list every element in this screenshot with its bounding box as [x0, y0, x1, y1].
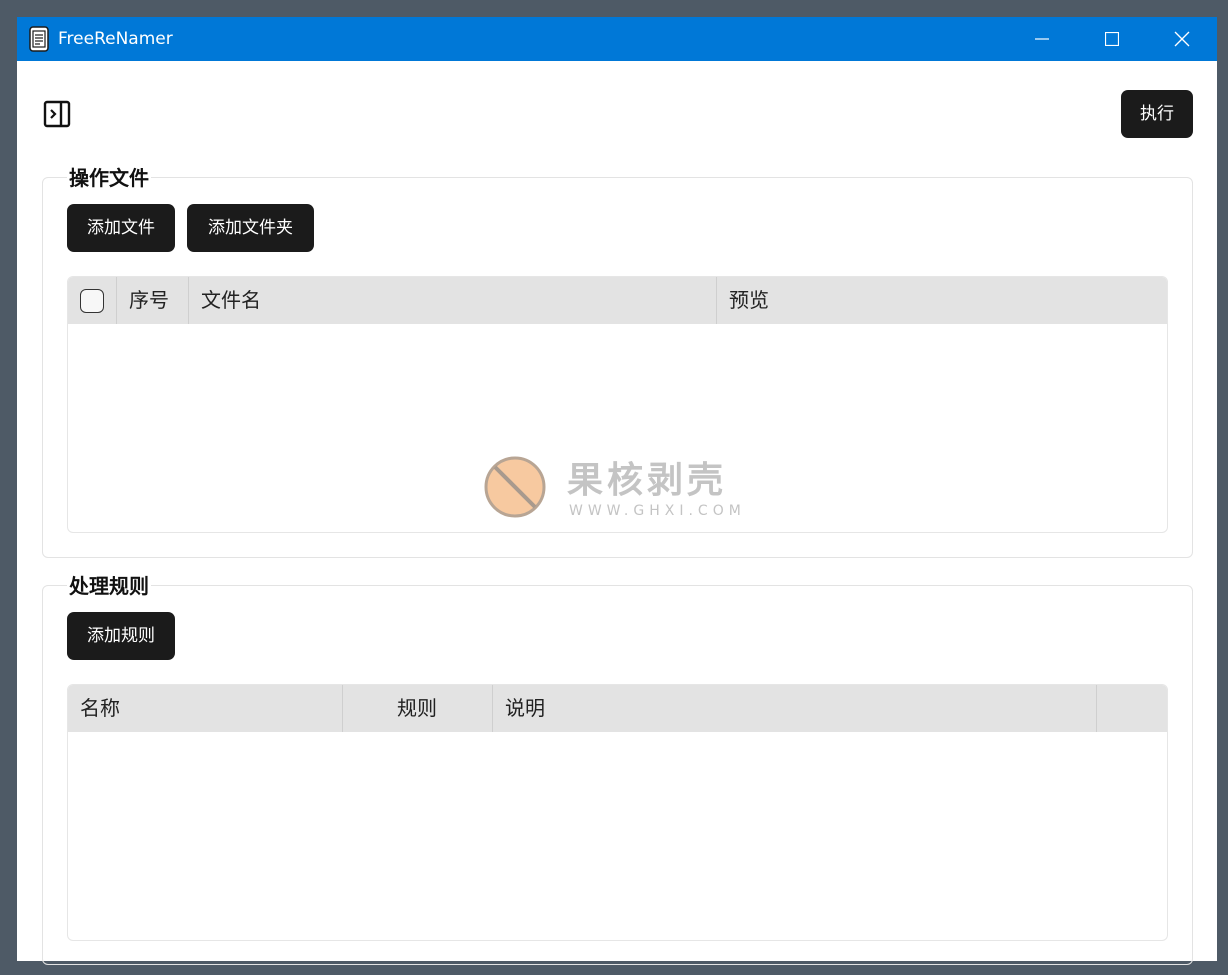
- run-button[interactable]: 执行: [1121, 90, 1193, 138]
- window-title: FreeReNamer: [58, 29, 173, 49]
- sidebar-toggle-icon[interactable]: [43, 100, 71, 128]
- close-icon: [1174, 31, 1190, 47]
- add-rule-button[interactable]: 添加规则: [67, 612, 175, 660]
- select-all-cell: [68, 277, 117, 324]
- watermark-logo-icon: [484, 456, 546, 518]
- add-folder-button[interactable]: 添加文件夹: [187, 204, 314, 252]
- column-header-preview[interactable]: 预览: [717, 277, 1167, 324]
- column-header-actions: [1097, 685, 1167, 732]
- main-content: 执行 操作文件 添加文件 添加文件夹 序号 文件名 预览 果核剥壳 WWW.GH…: [17, 61, 1217, 965]
- rules-group-title: 处理规则: [67, 572, 151, 600]
- column-header-description[interactable]: 说明: [493, 685, 1097, 732]
- select-all-checkbox[interactable]: [80, 289, 104, 313]
- title-bar[interactable]: FreeReNamer: [17, 17, 1217, 61]
- rules-table-header: 名称 规则 说明: [68, 685, 1167, 732]
- app-window: FreeReNamer 执行 操作文件 添加文件 添加文件夹 序号 文件名 预览…: [17, 17, 1217, 965]
- maximize-icon: [1105, 32, 1119, 46]
- close-button[interactable]: [1147, 17, 1217, 61]
- watermark-url: WWW.GHXI.COM: [569, 503, 746, 519]
- column-header-rule[interactable]: 规则: [343, 685, 493, 732]
- add-file-button[interactable]: 添加文件: [67, 204, 175, 252]
- watermark-text: 果核剥壳: [567, 460, 728, 501]
- watermark: 果核剥壳 WWW.GHXI.COM: [483, 455, 763, 525]
- minimize-button[interactable]: [1007, 17, 1077, 61]
- column-header-filename[interactable]: 文件名: [189, 277, 717, 324]
- app-logo-icon: [29, 26, 49, 52]
- files-group-title: 操作文件: [67, 164, 151, 192]
- minimize-icon: [1035, 38, 1049, 40]
- maximize-button[interactable]: [1077, 17, 1147, 61]
- files-table-header: 序号 文件名 预览: [68, 277, 1167, 324]
- column-header-index[interactable]: 序号: [117, 277, 189, 324]
- column-header-name[interactable]: 名称: [68, 685, 343, 732]
- rules-table: 名称 规则 说明: [67, 684, 1168, 941]
- rules-group: 处理规则 添加规则 名称 规则 说明: [42, 572, 1193, 965]
